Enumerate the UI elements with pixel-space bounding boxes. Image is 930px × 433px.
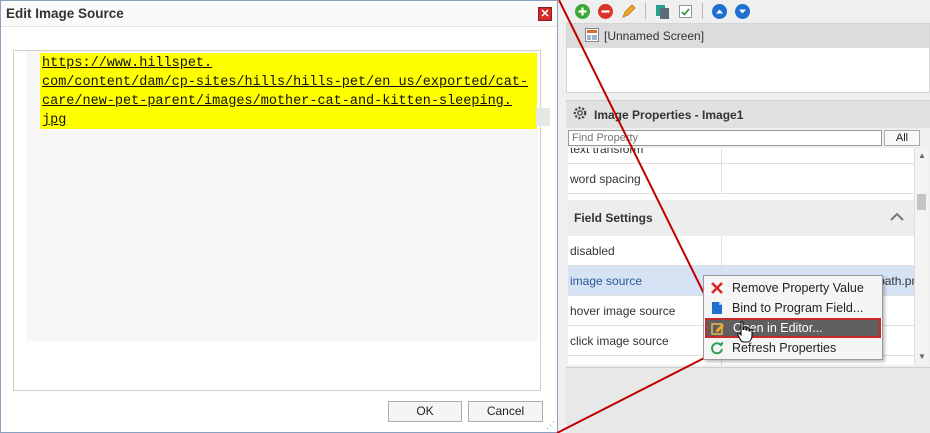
property-scrollbar[interactable]: ▲ ▼ bbox=[914, 148, 928, 365]
splitter[interactable] bbox=[558, 0, 566, 433]
edit-image-source-dialog: Edit Image Source ✕ https://www.hillspet… bbox=[0, 0, 558, 433]
move-down-icon[interactable] bbox=[734, 3, 751, 20]
property-row[interactable]: text transform bbox=[568, 148, 914, 164]
property-value[interactable] bbox=[722, 148, 914, 163]
hand-cursor-icon bbox=[737, 321, 753, 343]
copy-icon[interactable] bbox=[654, 3, 671, 20]
screens-list: [Unnamed Screen] bbox=[566, 23, 930, 93]
properties-header: Image Properties - Image1 bbox=[566, 100, 930, 128]
section-field-settings[interactable]: Field Settings bbox=[568, 200, 914, 236]
dialog-title: Edit Image Source bbox=[6, 6, 124, 21]
toolbar-divider bbox=[645, 3, 646, 19]
context-menu: Remove Property Value Bind to Program Fi… bbox=[703, 275, 883, 360]
dialog-titlebar[interactable]: Edit Image Source ✕ bbox=[1, 1, 557, 27]
screen-icon bbox=[585, 27, 599, 45]
toolbar bbox=[566, 0, 930, 22]
property-value[interactable] bbox=[722, 164, 914, 193]
move-up-icon[interactable] bbox=[711, 3, 728, 20]
line-end-marker bbox=[536, 108, 550, 126]
property-row[interactable]: word spacing bbox=[568, 164, 914, 194]
screen-item[interactable]: [Unnamed Screen] bbox=[567, 24, 929, 48]
menu-item-label: Refresh Properties bbox=[732, 341, 837, 355]
bind-icon bbox=[710, 301, 724, 315]
menu-item-remove-property[interactable]: Remove Property Value bbox=[704, 278, 882, 298]
screen-name: [Unnamed Screen] bbox=[604, 29, 705, 43]
menu-item-open-editor[interactable]: Open in Editor... bbox=[705, 318, 881, 338]
find-property-bar: All bbox=[568, 130, 920, 146]
edit-icon bbox=[711, 321, 725, 335]
scroll-down-icon[interactable]: ▼ bbox=[918, 352, 926, 361]
add-icon[interactable] bbox=[574, 3, 591, 20]
screen: [Unnamed Screen] Image Properties - Imag… bbox=[0, 0, 930, 433]
scrollbar-thumb[interactable] bbox=[917, 194, 926, 210]
property-name: click image source bbox=[568, 326, 722, 355]
remove-icon[interactable] bbox=[597, 3, 614, 20]
property-name: word spacing bbox=[568, 164, 722, 193]
property-name: disabled bbox=[568, 236, 722, 265]
property-row[interactable]: disabled bbox=[568, 236, 914, 266]
menu-item-label: Remove Property Value bbox=[732, 281, 864, 295]
x-icon bbox=[710, 281, 724, 295]
find-property-input[interactable] bbox=[568, 130, 882, 146]
designer-panel: [Unnamed Screen] Image Properties - Imag… bbox=[566, 0, 930, 433]
source-line: care/new-pet-parent/images/mother-cat-an… bbox=[42, 94, 512, 109]
gear-icon bbox=[572, 105, 588, 124]
editor-area[interactable]: https://www.hillspet. com/content/dam/cp… bbox=[26, 51, 550, 341]
source-editor[interactable]: https://www.hillspet. com/content/dam/cp… bbox=[13, 50, 550, 391]
close-icon[interactable]: ✕ bbox=[538, 7, 552, 21]
scroll-up-icon[interactable]: ▲ bbox=[918, 151, 926, 160]
pencil-icon[interactable] bbox=[620, 3, 637, 20]
menu-item-bind-field[interactable]: Bind to Program Field... bbox=[704, 298, 882, 318]
all-button[interactable]: All bbox=[884, 130, 920, 146]
source-line: jpg bbox=[42, 113, 67, 128]
toolbar-divider bbox=[702, 3, 703, 19]
source-line: com/content/dam/cp-sites/hills/hills-pet… bbox=[42, 75, 529, 90]
menu-item-refresh[interactable]: Refresh Properties bbox=[704, 338, 882, 358]
refresh-icon bbox=[710, 341, 724, 355]
source-line: https://www.hillspet. bbox=[42, 56, 213, 71]
property-value[interactable] bbox=[722, 236, 914, 265]
property-name: text transform bbox=[568, 148, 722, 163]
check-doc-icon[interactable] bbox=[677, 3, 694, 20]
menu-item-label: Bind to Program Field... bbox=[732, 301, 864, 315]
resize-grip-icon[interactable]: ⋰ bbox=[546, 420, 555, 431]
bottom-panel bbox=[566, 367, 930, 433]
property-name bbox=[568, 356, 722, 365]
property-name: image source bbox=[568, 266, 722, 295]
property-name: hover image source bbox=[568, 296, 722, 325]
cancel-button[interactable]: Cancel bbox=[468, 401, 543, 422]
ok-button[interactable]: OK bbox=[388, 401, 462, 422]
properties-title: Image Properties - Image1 bbox=[594, 107, 744, 122]
source-text[interactable]: https://www.hillspet. com/content/dam/cp… bbox=[40, 53, 537, 129]
chevron-up-icon[interactable] bbox=[888, 208, 906, 226]
section-title: Field Settings bbox=[574, 211, 653, 225]
